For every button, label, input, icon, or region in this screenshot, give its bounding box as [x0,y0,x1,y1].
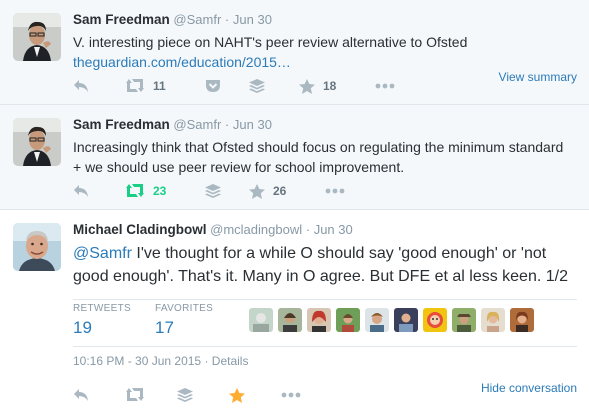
avatar-sam-freedman[interactable] [13,13,61,61]
retweets-stat[interactable]: RETWEETS 19 [73,303,131,338]
more-button[interactable] [375,83,395,89]
more-button[interactable] [281,392,301,398]
favoriter-avatar[interactable] [278,308,302,332]
favoriter-avatar[interactable] [510,308,534,332]
tweet-timestamp[interactable]: 10:16 PM - 30 Jun 2015 [73,354,201,368]
tweet-text: V. interesting piece on NAHT's peer revi… [73,34,468,50]
retweet-button[interactable]: 23 [125,184,205,198]
tweet-text-line-2: + we should use peer review for school i… [73,159,405,175]
reply-icon [74,185,88,197]
retweet-button[interactable] [125,388,177,402]
separator: · [224,12,230,27]
favorites-count: 17 [155,318,174,337]
tweet-header: Sam Freedman @Samfr · Jun 30 [73,116,577,134]
reply-button[interactable] [73,79,125,93]
favoriter-avatar[interactable] [336,308,360,332]
username[interactable]: @mcladingbowl [210,222,302,237]
favorite-count: 26 [273,184,287,198]
tweet-1[interactable]: Sam Freedman @Samfr · Jun 30 V. interest… [0,0,589,105]
fullname[interactable]: Sam Freedman [73,12,170,27]
more-button[interactable] [325,188,345,194]
favoriter-avatar[interactable] [394,308,418,332]
tweet-text-part: I've thought for a while O should say 'g… [131,245,547,262]
favorite-button[interactable]: 18 [299,78,375,94]
fullname[interactable]: Michael Cladingbowl [73,222,207,237]
retweet-button[interactable]: 11 [125,79,205,93]
more-icon [325,188,345,194]
star-icon [229,387,245,403]
retweet-icon [126,79,144,92]
favorite-button[interactable] [229,387,281,403]
username[interactable]: @Samfr [173,12,221,27]
separator: · [204,354,209,368]
fullname[interactable]: Sam Freedman [73,117,170,132]
separator: · [305,222,311,237]
hide-conversation-link[interactable]: Hide conversation [481,381,577,395]
favoriter-avatar[interactable] [481,308,505,332]
details-link[interactable]: Details [212,354,249,368]
retweet-count: 23 [153,184,167,198]
tweet-2[interactable]: Sam Freedman @Samfr · Jun 30 Increasingl… [0,105,589,210]
reply-icon [74,389,88,401]
tweet-header: Michael Cladingbowl @mcladingbowl · Jun … [73,221,577,239]
tweet-meta: 10:16 PM - 30 Jun 2015 · Details [73,354,248,368]
reply-icon [74,80,88,92]
buffer-button[interactable] [205,183,249,199]
favorites-label: FAVORITES [155,303,214,314]
favoriter-avatar[interactable] [249,308,273,332]
tweet-time[interactable]: Jun 30 [314,222,353,237]
tweet-text-line-1: @Samfr I've thought for a while O should… [73,242,577,265]
tweet-stats: RETWEETS 19 FAVORITES 17 [73,299,577,347]
tweet-text-line-2: good enough'. That's it. Many in O agree… [73,268,568,285]
favorite-count: 18 [323,79,337,93]
pocket-icon [206,80,220,92]
favoriter-avatar[interactable] [452,308,476,332]
more-icon [281,392,301,398]
buffer-icon [205,183,221,198]
tweet-actions: 23 26 [73,181,345,201]
buffer-icon [249,78,265,93]
buffer-button[interactable] [249,78,299,94]
guardian-link[interactable]: theguardian.com/education/2015… [73,54,291,70]
tweet-time[interactable]: Jun 30 [233,12,272,27]
favorite-button[interactable]: 26 [249,183,325,199]
reply-button[interactable] [73,388,125,402]
tweet-header: Sam Freedman @Samfr · Jun 30 [73,11,577,29]
tweet-actions: 11 18 [73,76,395,96]
avatar-michael-cladingbowl[interactable] [13,223,61,271]
tweet-actions [73,385,301,405]
retweet-icon [126,184,144,197]
tweet-link[interactable]: theguardian.com/education/2015… [73,52,577,72]
buffer-icon [177,387,193,402]
separator: · [224,117,230,132]
favorites-stat[interactable]: FAVORITES 17 [155,303,213,338]
tweet-time[interactable]: Jun 30 [233,117,272,132]
reply-button[interactable] [73,184,125,198]
retweets-label: RETWEETS [73,303,131,314]
tweet-text-line-1: Increasingly think that Ofsted should fo… [73,139,564,155]
favoriter-avatars [249,308,539,332]
pocket-button[interactable] [205,79,249,93]
buffer-button[interactable] [177,387,229,403]
avatar-sam-freedman[interactable] [13,118,61,166]
star-icon [249,183,265,199]
retweet-icon [126,388,144,401]
favoriter-avatar[interactable] [307,308,331,332]
favoriter-avatar[interactable] [423,308,447,332]
view-summary-link[interactable]: View summary [499,70,577,84]
favoriter-avatar[interactable] [365,308,389,332]
star-icon [299,78,315,94]
mention-samfr[interactable]: @Samfr [73,245,132,262]
username[interactable]: @Samfr [173,117,221,132]
retweets-count: 19 [73,318,92,337]
more-icon [375,83,395,89]
retweet-count: 11 [153,79,166,93]
